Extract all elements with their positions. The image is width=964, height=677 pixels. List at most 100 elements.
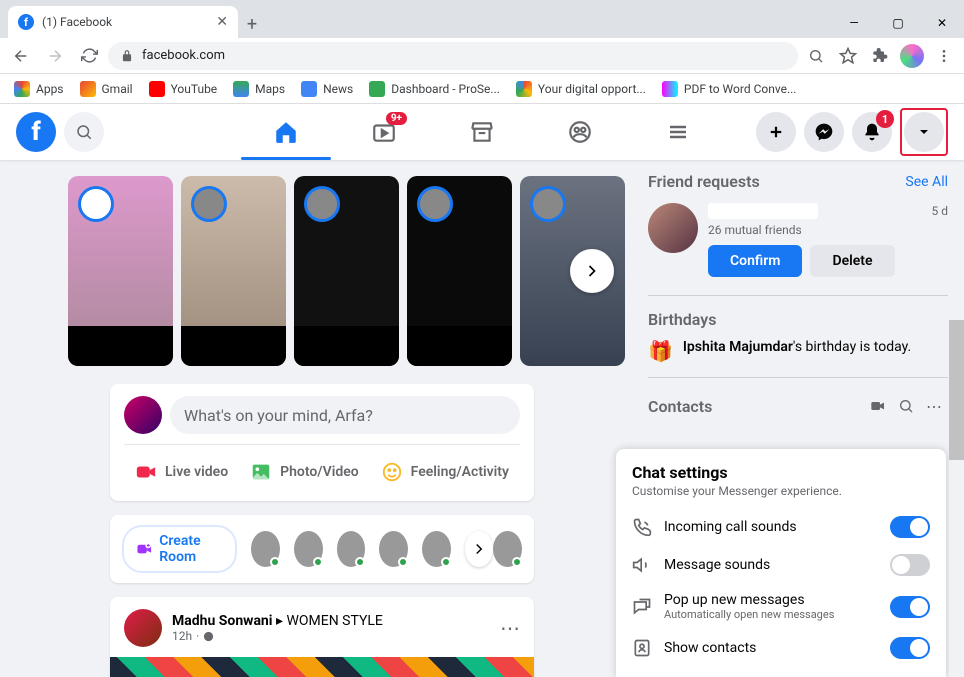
delete-button[interactable]: Delete xyxy=(810,245,894,277)
new-tab-button[interactable]: + xyxy=(238,10,266,38)
room-contact[interactable] xyxy=(337,531,366,567)
extensions-icon[interactable] xyxy=(866,42,894,70)
live-video-button[interactable]: Live video xyxy=(125,455,238,489)
photo-video-button[interactable]: Photo/Video xyxy=(240,455,369,489)
composer: What's on your mind, Arfa? Live video Ph… xyxy=(110,384,534,501)
close-window-button[interactable]: ✕ xyxy=(920,8,964,38)
bookmark-maps[interactable]: Maps xyxy=(227,77,291,101)
close-tab-icon[interactable]: ✕ xyxy=(216,14,228,30)
bookmark-news[interactable]: News xyxy=(295,77,359,101)
toggle-message-sounds[interactable] xyxy=(890,554,930,576)
create-928room-button[interactable]: Create Room xyxy=(122,525,237,573)
composer-input[interactable]: What's on your mind, Arfa? xyxy=(170,396,520,434)
room-contact[interactable] xyxy=(251,531,280,567)
room-contact[interactable] xyxy=(294,531,323,567)
stories-next-button[interactable] xyxy=(570,249,614,293)
post-meta: 12h · xyxy=(172,629,383,643)
birthday-text: 's birthday is today. xyxy=(793,339,911,355)
fb-logo[interactable]: f xyxy=(16,112,56,152)
nav-back-button[interactable] xyxy=(6,41,36,71)
setting-label-group: Pop up new messages Automatically open n… xyxy=(664,592,878,621)
birthdays-title: Birthdays xyxy=(648,310,948,329)
room-contact[interactable] xyxy=(422,531,451,567)
fb-search-button[interactable] xyxy=(64,112,104,152)
setting-popup-messages[interactable]: Pop up new messages Automatically open n… xyxy=(632,584,930,629)
bookmark-apps[interactable]: Apps xyxy=(8,77,70,101)
setting-message-sounds[interactable]: Message sounds xyxy=(632,546,930,584)
browser-tab[interactable]: f (1) Facebook ✕ xyxy=(8,6,238,38)
friend-request-item[interactable]: 5 d 26 mutual friends Confirm Delete xyxy=(648,199,948,281)
bookmark-dashboard[interactable]: Dashboard - ProSe... xyxy=(363,77,506,101)
bookmark-label: Dashboard - ProSe... xyxy=(391,82,500,96)
bookmark-pdf[interactable]: PDF to Word Conve... xyxy=(656,77,803,101)
notifications-button[interactable]: 1 xyxy=(852,112,892,152)
zoom-icon[interactable] xyxy=(802,42,830,70)
see-all-link[interactable]: See All xyxy=(905,174,948,190)
scroll-thumb[interactable] xyxy=(949,320,964,460)
story-card[interactable] xyxy=(181,176,286,366)
nav-home[interactable] xyxy=(241,106,331,158)
scrollbar[interactable] xyxy=(949,320,964,677)
reload-button[interactable] xyxy=(74,41,104,71)
post-image[interactable] xyxy=(110,657,534,677)
bookmarks-bar: Apps Gmail YouTube Maps News Dashboard -… xyxy=(0,74,964,104)
bookmark-label: News xyxy=(323,82,353,96)
bookmark-star-icon[interactable] xyxy=(834,42,862,70)
address-bar[interactable]: facebook.com xyxy=(108,42,798,70)
story-card[interactable] xyxy=(68,176,173,366)
bookmark-digital[interactable]: Your digital opport... xyxy=(510,77,652,101)
fb-body: What's on your mind, Arfa? Live video Ph… xyxy=(0,160,964,677)
bookmark-youtube[interactable]: YouTube xyxy=(143,77,224,101)
toggle-incoming-call[interactable] xyxy=(890,516,930,538)
room-contact[interactable] xyxy=(379,531,408,567)
setting-incoming-call[interactable]: Incoming call sounds xyxy=(632,508,930,546)
account-menu-highlight xyxy=(900,108,948,156)
contacts-options-icon[interactable]: ⋯ xyxy=(920,392,948,420)
nav-marketplace[interactable] xyxy=(437,106,527,158)
bookmark-gmail[interactable]: Gmail xyxy=(74,77,139,101)
story-card[interactable] xyxy=(294,176,399,366)
new-room-icon[interactable] xyxy=(864,392,892,420)
birthday-item[interactable]: 🎁 Ipshita Majumdar's birthday is today. xyxy=(648,339,948,363)
post-group[interactable]: WOMEN STYLE xyxy=(286,613,382,629)
post-author-avatar[interactable] xyxy=(124,609,162,647)
setting-show-contacts[interactable]: Show contacts xyxy=(632,629,930,667)
toggle-show-contacts[interactable] xyxy=(890,637,930,659)
nav-menu[interactable] xyxy=(633,106,723,158)
friend-name-redacted xyxy=(708,203,818,219)
feeling-label: Feeling/Activity xyxy=(411,464,509,480)
search-contacts-icon[interactable] xyxy=(892,392,920,420)
post-author[interactable]: Madhu Sonwani xyxy=(172,613,273,629)
lock-icon xyxy=(120,49,134,63)
chrome-menu-icon[interactable] xyxy=(930,42,958,70)
maximize-button[interactable]: ▢ xyxy=(876,8,920,38)
nav-forward-button[interactable] xyxy=(40,41,70,71)
chat-settings-popup: Chat settings Customise your Messenger e… xyxy=(616,449,946,677)
account-menu-button[interactable] xyxy=(904,112,944,152)
confirm-button[interactable]: Confirm xyxy=(708,245,802,277)
profile-avatar[interactable] xyxy=(898,42,926,70)
minimize-button[interactable]: — xyxy=(832,8,876,38)
facebook-favicon: f xyxy=(18,14,34,30)
chat-settings-title: Chat settings xyxy=(632,463,930,482)
post-menu-button[interactable]: ⋯ xyxy=(500,616,520,640)
friend-request-time: 5 d xyxy=(932,204,949,218)
rooms-next-button[interactable] xyxy=(465,531,494,567)
divider xyxy=(124,444,520,445)
friend-requests-title: Friend requests xyxy=(648,172,760,191)
post: Madhu Sonwani ▸ WOMEN STYLE 12h · ⋯ xyxy=(110,597,534,677)
story-card[interactable] xyxy=(407,176,512,366)
phone-icon xyxy=(632,517,652,537)
setting-label: Show contacts xyxy=(664,640,878,656)
nav-watch[interactable]: 9+ xyxy=(339,106,429,158)
create-button[interactable] xyxy=(756,112,796,152)
messenger-button[interactable] xyxy=(804,112,844,152)
toggle-popup-messages[interactable] xyxy=(890,596,930,618)
nav-groups[interactable] xyxy=(535,106,625,158)
setting-label: Pop up new messages xyxy=(664,592,878,608)
user-avatar[interactable] xyxy=(124,396,162,434)
setting-label: Message sounds xyxy=(664,557,878,573)
room-contact[interactable] xyxy=(493,531,522,567)
contacts-header: Contacts ⋯ xyxy=(648,392,948,420)
feeling-button[interactable]: Feeling/Activity xyxy=(371,455,519,489)
